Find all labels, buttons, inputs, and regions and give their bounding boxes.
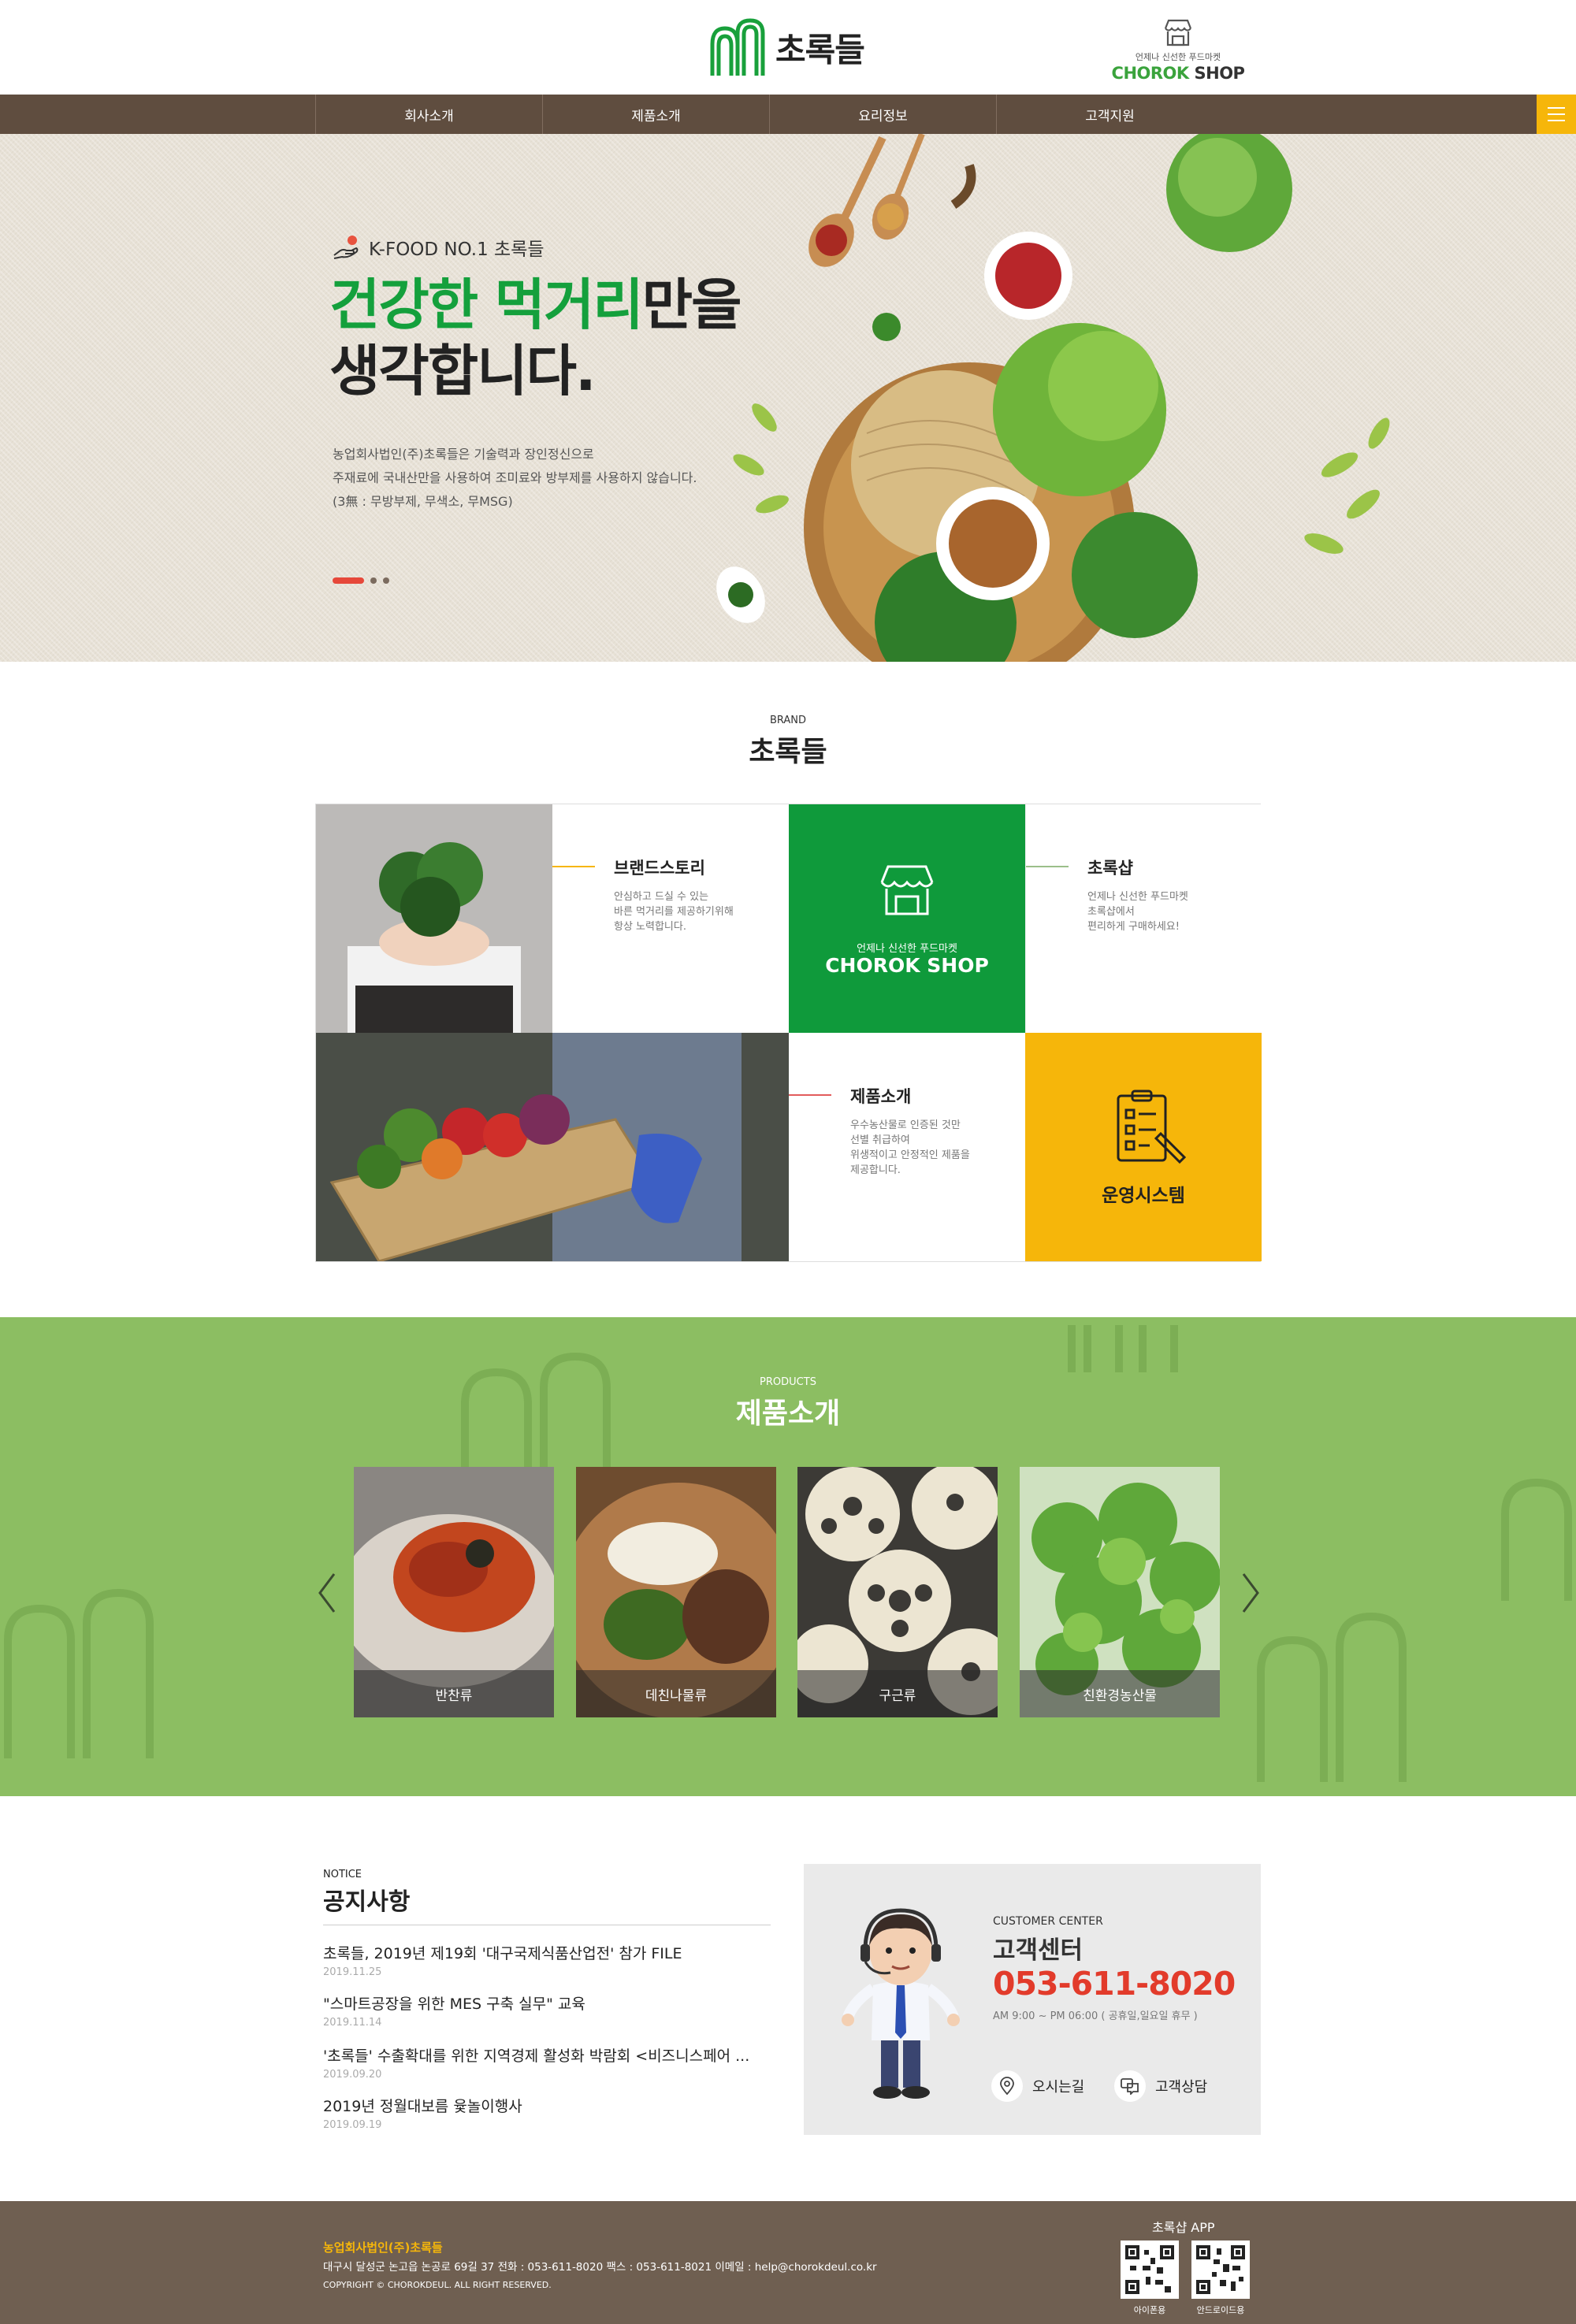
customer-center-title: 고객센터: [993, 1936, 1084, 1965]
nav-item-company[interactable]: 회사소개: [315, 95, 542, 134]
brand-photo-crate: [316, 1033, 789, 1261]
chorok-shop-desc: 언제나 신선한 푸드마켓 초록샵에서 편리하게 구매하세요!: [1087, 891, 1188, 933]
shop-tile-tagline: 언제나 신선한 푸드마켓: [857, 943, 957, 955]
prev-arrow-icon[interactable]: [312, 1569, 344, 1617]
chorok-shop-card[interactable]: 초록샵 언제나 신선한 푸드마켓 초록샵에서 편리하게 구매하세요!: [1025, 804, 1262, 1033]
brand-title: 초록들: [749, 736, 827, 768]
customer-center-eyebrow: CUSTOMER CENTER: [993, 1915, 1103, 1928]
footer-app-title: 초록샵 APP: [1152, 2220, 1215, 2235]
customer-service-mascot: [842, 1908, 960, 2099]
chat-bubble-icon: [1114, 2070, 1146, 2102]
brand-products-desc: 우수농산물로 인증된 것만 선별 취급하여 위생적이고 안정적인 제품을 제공합니다.: [850, 1119, 970, 1176]
brand-eyebrow: BRAND: [769, 715, 807, 726]
storefront-icon: [880, 865, 934, 915]
hamburger-menu-icon[interactable]: [1537, 95, 1576, 134]
hero-description: 농업회사법인(주)초록들은 기술력과 장인정신으로 주재료에 국내산만을 사용하…: [333, 447, 697, 509]
map-pin-icon: [991, 2070, 1023, 2102]
shop-tagline: 언제나 신선한 푸드마켓: [1135, 52, 1221, 62]
checklist-icon: [1117, 1090, 1187, 1164]
slide-dot-1[interactable]: [333, 577, 364, 584]
directions-button[interactable]: 오시는길: [991, 2070, 1084, 2102]
brand-products-card[interactable]: 제품소개 우수농산물로 인증된 것만 선별 취급하여 위생적이고 안정적인 제품을 제…: [789, 1033, 1025, 1261]
chorok-shop-title: 초록샵: [1087, 859, 1133, 878]
product-card-banchan[interactable]: 반찬류: [354, 1467, 554, 1717]
background-logo-pattern: [4, 1325, 1572, 1782]
product-label: 반찬류: [354, 1670, 554, 1717]
nav-item-products[interactable]: 제품소개: [542, 95, 769, 134]
storefront-icon: [1164, 19, 1192, 46]
operating-system-title: 운영시스템: [1102, 1186, 1185, 1206]
product-card-namul[interactable]: 데친나물류: [576, 1467, 776, 1717]
chorok-shop-tile[interactable]: 언제나 신선한 푸드마켓 CHOROK SHOP: [789, 804, 1025, 1033]
notice-item[interactable]: "스마트공장을 위한 MES 구축 실무" 교육 2019.11.14: [323, 1992, 772, 2029]
product-label: 데친나물류: [576, 1670, 776, 1717]
hero-title-line2: 생각합니다.: [329, 339, 597, 403]
product-label: 친환경농산물: [1020, 1670, 1220, 1717]
notice-item[interactable]: 초록들, 2019년 제19회 '대구국제식품산업전' 참가 FILE 2019.…: [323, 1942, 772, 1978]
consultation-button[interactable]: 고객상담: [1114, 2070, 1207, 2102]
footer: 농업회사법인(주)초록들 대구시 달성군 논고읍 논공로 69길 37 전화 :…: [0, 2201, 1576, 2324]
shop-name: CHOROK SHOP: [1111, 64, 1245, 83]
product-label: 구근류: [797, 1670, 998, 1717]
slide-dot-2[interactable]: [370, 577, 377, 584]
brand-story-desc: 안심하고 드실 수 있는 바른 먹거리를 제공하기위해 항상 노력합니다.: [614, 891, 734, 933]
notice-title: 공지사항: [323, 1888, 411, 1916]
customer-center-phone[interactable]: 053-611-8020: [993, 1965, 1236, 2003]
footer-company: 농업회사법인(주)초록들: [323, 2240, 443, 2255]
logo[interactable]: 초록들: [708, 17, 865, 77]
brand-products-title: 제품소개: [850, 1087, 912, 1106]
product-card-root-veg[interactable]: 구근류: [797, 1467, 998, 1717]
products-eyebrow: PRODUCTS: [760, 1376, 816, 1388]
product-card-eco[interactable]: 친환경농산물: [1020, 1467, 1220, 1717]
logo-text: 초록들: [775, 30, 865, 69]
main-nav: 회사소개 제품소개 요리정보 고객지원: [0, 95, 1576, 134]
notice-item[interactable]: '초록들' 수출확대를 위한 지역경제 활성화 박람회 <비즈니스페어 ... 2…: [323, 2044, 772, 2081]
logo-mark-icon: [710, 18, 765, 76]
brand-grid: 브랜드스토리 안심하고 드실 수 있는 바른 먹거리를 제공하기위해 항상 노력합니…: [315, 804, 1262, 1262]
qr-code-android-icon[interactable]: [1191, 2240, 1250, 2299]
next-arrow-icon[interactable]: [1234, 1569, 1266, 1617]
qr-ios-label: 아이폰용: [1133, 2305, 1166, 2315]
customer-center-hours: AM 9:00 ~ PM 06:00 ( 공휴일,일요일 휴무 ): [993, 2010, 1198, 2022]
brand-story-title: 브랜드스토리: [614, 859, 705, 878]
footer-address: 대구시 달성군 논고읍 논공로 69길 37 전화 : 053-611-8020…: [323, 2261, 877, 2274]
chorok-shop-link[interactable]: 언제나 신선한 푸드마켓 CHOROK SHOP: [1111, 17, 1245, 83]
slide-dot-3[interactable]: [383, 577, 389, 584]
brand-photo-spinach: [316, 804, 552, 1033]
hero-title-line1: 건강한 먹거리만을: [329, 273, 742, 337]
nav-item-support[interactable]: 고객지원: [996, 95, 1223, 134]
hero-badge: K-FOOD NO.1 초록들: [333, 234, 545, 261]
products-section: PRODUCTS 제품소개 반찬류 데친나물류 구근류 친환경농산물: [0, 1317, 1576, 1796]
brand-story-card[interactable]: 브랜드스토리 안심하고 드실 수 있는 바른 먹거리를 제공하기위해 항상 노력합니…: [552, 804, 789, 1033]
qr-android-label: 안드로이드용: [1196, 2305, 1245, 2315]
hand-heart-icon: [333, 236, 359, 259]
customer-center: CUSTOMER CENTER 고객센터 053-611-8020 AM 9:0…: [804, 1864, 1261, 2135]
products-title: 제품소개: [735, 1398, 841, 1430]
notice-item[interactable]: 2019년 정월대보름 윷놀이행사 2019.09.19: [323, 2095, 772, 2131]
hero-food-illustration: [716, 134, 1390, 662]
hero-banner: K-FOOD NO.1 초록들 건강한 먹거리만을 생각합니다. 농업회사법인(…: [0, 134, 1576, 662]
nav-item-recipes[interactable]: 요리정보: [769, 95, 996, 134]
qr-code-ios-icon[interactable]: [1121, 2240, 1179, 2299]
footer-copyright: COPYRIGHT © CHOROKDEUL. ALL RIGHT RESERV…: [323, 2280, 552, 2290]
hero-badge-text: K-FOOD NO.1 초록들: [369, 239, 545, 260]
operating-system-tile[interactable]: 운영시스템: [1025, 1033, 1262, 1261]
notice-eyebrow: NOTICE: [323, 1869, 362, 1880]
shop-tile-name: CHOROK SHOP: [825, 954, 989, 977]
slide-indicator: [333, 577, 389, 584]
header: 초록들 언제나 신선한 푸드마켓 CHOROK SHOP: [0, 0, 1576, 95]
